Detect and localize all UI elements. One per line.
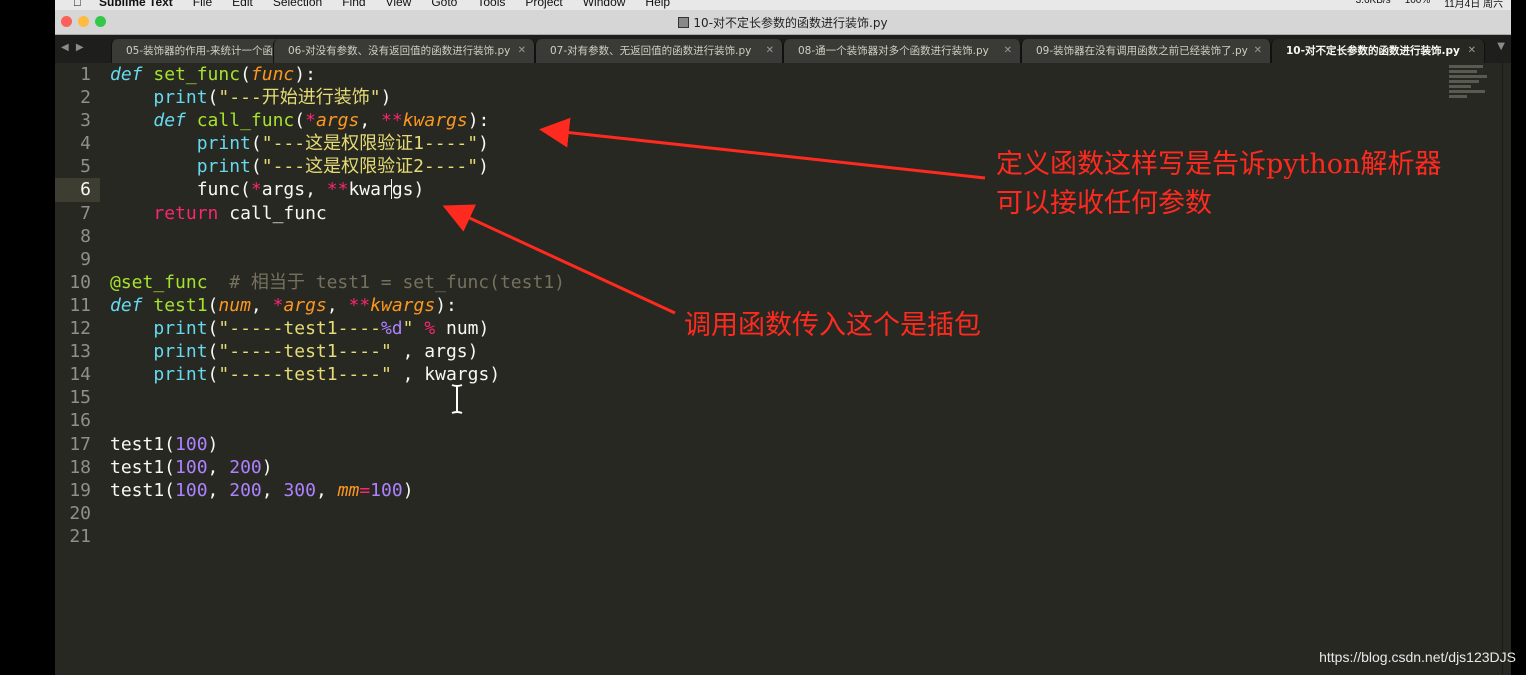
apple-icon[interactable]:  xyxy=(73,0,85,9)
battery-level[interactable]: 100% xyxy=(1405,0,1431,10)
minimap-line xyxy=(1449,95,1467,98)
tab-08[interactable]: 08-通一个装饰器对多个函数进行装饰.py ✕ xyxy=(783,39,1021,63)
line-number: 8 xyxy=(80,225,91,247)
line-number: 20 xyxy=(69,502,91,524)
tab-dropdown-icon[interactable]: ▼ xyxy=(1497,41,1505,52)
tab-label: 10-对不定长参数的函数进行装饰.py xyxy=(1286,45,1460,57)
line-number: 13 xyxy=(69,341,91,363)
line-number: 18 xyxy=(69,456,91,478)
menu-tools[interactable]: Tools xyxy=(477,0,505,9)
line-number: 12 xyxy=(69,318,91,340)
code-line: test1(100) xyxy=(110,433,219,455)
code-line: return call_func xyxy=(153,202,327,224)
annotation-def-line1: 定义函数这样写是告诉python解析器 xyxy=(996,149,1442,180)
code-line: def call_func(*args, **kwargs): xyxy=(153,110,490,132)
line-number: 7 xyxy=(80,202,91,224)
line-number: 14 xyxy=(69,364,91,386)
menu-help[interactable]: Help xyxy=(645,0,670,9)
watermark-url: https://blog.csdn.net/djs123DJS xyxy=(1319,649,1516,665)
line-number: 2 xyxy=(80,87,91,109)
minimap-line xyxy=(1449,80,1479,83)
window-titlebar: 10-对不定长参数的函数进行装饰.py xyxy=(55,10,1511,35)
tab-bar: ◀ ▶ 05-装饰器的作用-来统计一个函 06-对没有参数、没有返回值的函数进行… xyxy=(55,35,1511,63)
tab-nav-arrows-icon[interactable]: ◀ ▶ xyxy=(61,42,86,53)
text-cursor xyxy=(391,179,393,200)
code-line: test1(100, 200) xyxy=(110,456,273,478)
vertical-scrollbar[interactable] xyxy=(1502,63,1511,675)
menu-edit[interactable]: Edit xyxy=(232,0,253,9)
minimap-line xyxy=(1449,65,1483,68)
minimap[interactable] xyxy=(1449,65,1499,105)
menu-view[interactable]: View xyxy=(386,0,412,9)
line-number: 11 xyxy=(69,294,91,316)
tab-close-icon[interactable]: ✕ xyxy=(518,39,526,63)
tab-close-icon[interactable]: ✕ xyxy=(1468,39,1476,63)
menubar-date[interactable]: 11月4日 周六 xyxy=(1444,0,1503,10)
tab-label: 06-对没有参数、没有返回值的函数进行装饰.py xyxy=(288,45,511,57)
tab-label: 05-装饰器的作用-来统计一个函 xyxy=(126,45,273,57)
line-number-gutter: 1 2 3 4 5 6 7 8 9 10 11 12 13 14 15 16 1… xyxy=(55,63,100,548)
line-number: 10 xyxy=(69,271,91,293)
net-speed: 3.6KB/s xyxy=(1355,0,1391,6)
menu-file[interactable]: File xyxy=(193,0,212,9)
menubar-status-area: 3.6KB/s 100% 11月4日 周六 xyxy=(1356,0,1511,10)
menu-selection[interactable]: Selection xyxy=(273,0,322,9)
line-number: 19 xyxy=(69,479,91,501)
code-line: test1(100, 200, 300, mm=100) xyxy=(110,479,414,501)
tab-05[interactable]: 05-装饰器的作用-来统计一个函 xyxy=(111,39,289,63)
code-line: @set_func # 相当于 test1 = set_func(test1) xyxy=(110,271,565,293)
code-line: print("-----test1----" , kwargs) xyxy=(153,364,501,386)
line-number: 15 xyxy=(69,387,91,409)
line-number: 3 xyxy=(80,110,91,132)
document-icon xyxy=(678,17,690,28)
line-number: 21 xyxy=(69,525,91,547)
code-line: print("---开始进行装饰") xyxy=(153,87,392,109)
tab-07[interactable]: 07-对有参数、无返回值的函数进行装饰.py ✕ xyxy=(535,39,783,63)
line-number: 5 xyxy=(80,156,91,178)
tab-09[interactable]: 09-装饰器在没有调用函数之前已经装饰了.py ✕ xyxy=(1021,39,1271,63)
tab-close-icon[interactable]: ✕ xyxy=(1254,39,1262,63)
tab-06[interactable]: 06-对没有参数、没有返回值的函数进行装饰.py ✕ xyxy=(273,39,535,63)
tab-10-active[interactable]: 10-对不定长参数的函数进行装饰.py ✕ xyxy=(1271,39,1485,63)
menu-window[interactable]: Window xyxy=(583,0,626,9)
tab-label: 08-通一个装饰器对多个函数进行装饰.py xyxy=(798,45,989,57)
line-number: 1 xyxy=(80,64,91,85)
line-number: 16 xyxy=(69,410,91,432)
tab-label: 09-装饰器在没有调用函数之前已经装饰了.py xyxy=(1036,45,1248,57)
annotation-call: 调用函数传入这个是插包 xyxy=(684,310,981,341)
tab-label: 07-对有参数、无返回值的函数进行装饰.py xyxy=(550,45,752,57)
code-line: print("-----test1----" , args) xyxy=(153,341,479,363)
screen-edge xyxy=(1511,0,1526,675)
line-number-active: 6 xyxy=(55,178,100,202)
window-title: 10-对不定长参数的函数进行装饰.py xyxy=(55,14,1511,31)
menubar-app-name[interactable]: Sublime Text xyxy=(99,0,173,9)
menu-find[interactable]: Find xyxy=(342,0,365,9)
annotation-def-line2: 可以接收任何参数 xyxy=(996,188,1212,219)
minimap-line xyxy=(1449,85,1471,88)
tab-close-icon[interactable]: ✕ xyxy=(766,39,774,63)
window-title-text: 10-对不定长参数的函数进行装饰.py xyxy=(693,16,888,30)
line-number: 17 xyxy=(69,433,91,455)
code-line-active: func(*args, **kwargs) xyxy=(110,179,425,201)
minimap-line xyxy=(1449,70,1477,73)
menu-goto[interactable]: Goto xyxy=(431,0,457,9)
ibeam-cursor-icon xyxy=(451,384,463,414)
line-number: 4 xyxy=(80,133,91,155)
tab-close-icon[interactable]: ✕ xyxy=(1004,39,1012,63)
menu-project[interactable]: Project xyxy=(525,0,562,9)
line-number: 9 xyxy=(80,248,91,270)
minimap-line xyxy=(1449,75,1487,78)
minimap-line xyxy=(1449,90,1485,93)
macos-menubar:  Sublime Text File Edit Selection Find … xyxy=(55,0,1511,10)
code-line: def set_func(func): xyxy=(110,64,316,85)
